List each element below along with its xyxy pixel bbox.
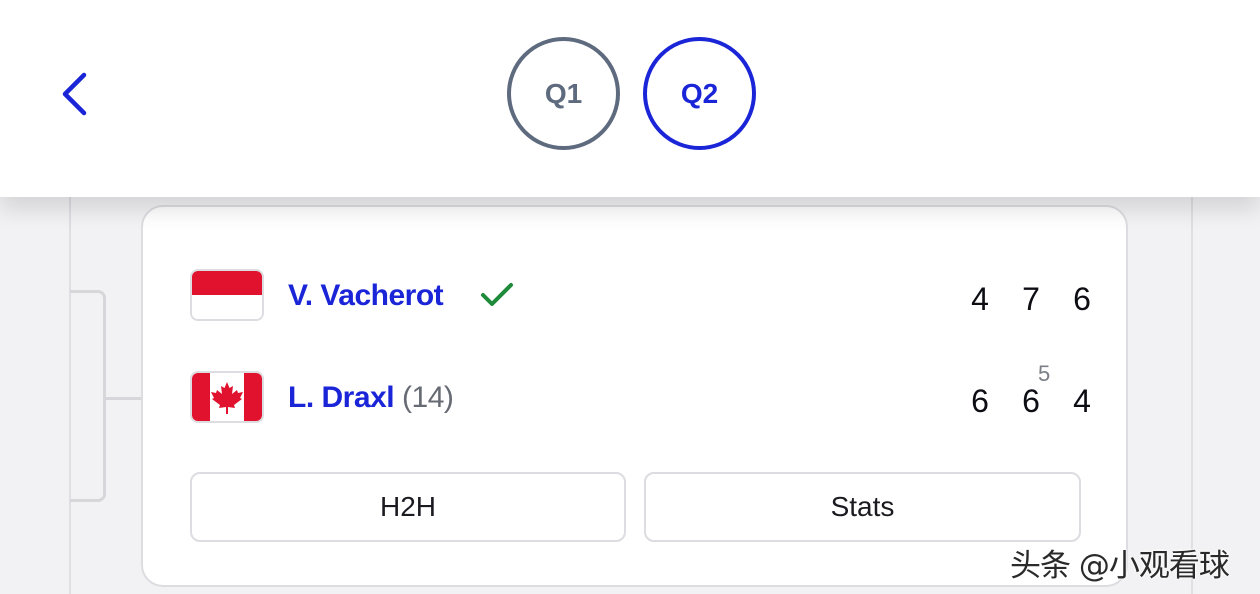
stats-button[interactable]: Stats — [644, 472, 1081, 542]
bracket-connector — [106, 397, 142, 400]
tab-q1-label: Q1 — [544, 77, 583, 109]
h2h-button-label: H2H — [379, 491, 436, 522]
set-score: 6 — [971, 383, 989, 419]
monaco-flag-icon — [190, 269, 264, 321]
player-name: L. Draxl (14) — [288, 381, 454, 414]
tiebreak-score: 5 — [1038, 361, 1051, 386]
set-score: 6 — [1022, 383, 1040, 419]
match-card: V. Vacherot 4 7 6 L. Draxl(14) 6 6 5 4 — [141, 205, 1128, 587]
player-seed: (14) — [402, 381, 454, 414]
bracket-line — [70, 290, 106, 502]
checkmark-icon — [481, 283, 513, 306]
header: Q1 Q2 — [0, 0, 1260, 197]
stats-button-label: Stats — [830, 491, 895, 522]
set-score: 7 — [1022, 281, 1040, 317]
tab-q1[interactable]: Q1 — [507, 37, 620, 150]
set-score: 6 — [1073, 281, 1091, 317]
player-row[interactable]: V. Vacherot 4 7 6 — [190, 269, 1091, 325]
tab-q2[interactable]: Q2 — [643, 37, 756, 150]
canada-flag-icon — [190, 371, 264, 423]
player-name: V. Vacherot — [288, 279, 444, 312]
tab-q2-label: Q2 — [680, 77, 719, 109]
set-score: 4 — [971, 281, 989, 317]
set-score: 4 — [1073, 383, 1091, 419]
watermark: 头条 @小观看球 — [1010, 548, 1230, 584]
chevron-left-icon — [62, 72, 87, 116]
back-button[interactable] — [52, 66, 96, 122]
h2h-button[interactable]: H2H — [190, 472, 626, 542]
player-row[interactable]: L. Draxl (14) 6 6 5 4 — [190, 361, 1091, 427]
